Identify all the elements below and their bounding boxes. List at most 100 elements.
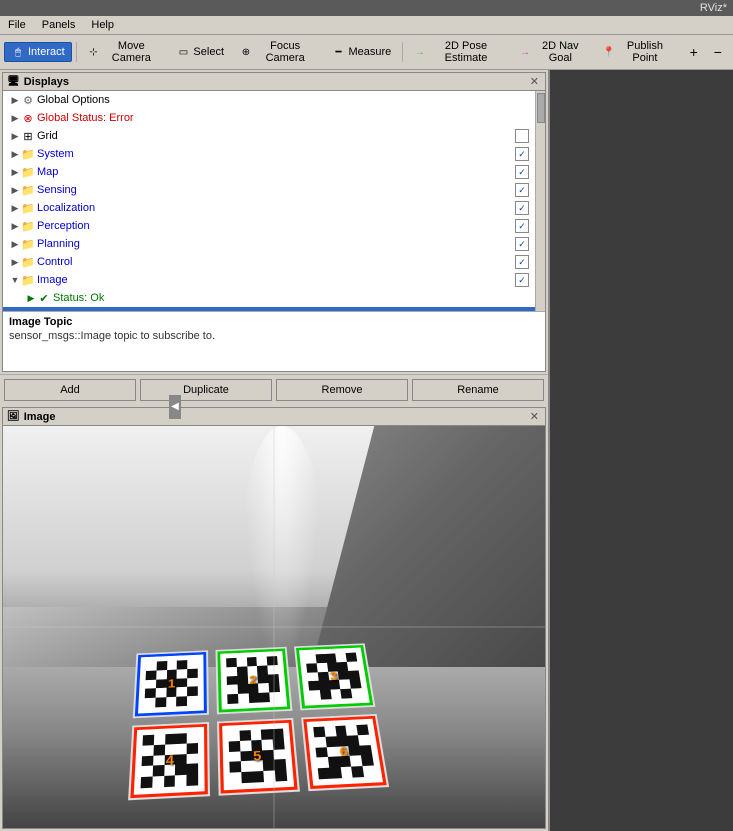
displays-tree-container: ▶ ⚙ Global Options ▶ ⊗ Global Status: Er… xyxy=(3,91,545,311)
displays-scrollbar-thumb[interactable] xyxy=(537,93,545,123)
tree-row-sensing[interactable]: ▶ 📁 Sensing xyxy=(3,181,535,199)
control-checkbox[interactable] xyxy=(515,255,529,269)
marker-5: 5 xyxy=(217,718,300,796)
measure-label: Measure xyxy=(348,46,391,58)
2d-nav-goal-button[interactable]: → 2D Nav Goal xyxy=(512,37,594,67)
interact-button[interactable]: 🖱 Interact xyxy=(4,42,72,62)
check-icon: ✔ xyxy=(37,291,51,305)
interact-label: Interact xyxy=(28,46,65,58)
focus-camera-button[interactable]: ⊕ Focus Camera xyxy=(233,37,322,67)
global-status-label: Global Status: Error xyxy=(37,112,533,124)
perception-label: Perception xyxy=(37,220,515,232)
folder-image-icon: 📁 xyxy=(21,273,35,287)
folder-map-icon: 📁 xyxy=(21,165,35,179)
2d-pose-label: 2D Pose Estimate xyxy=(429,40,503,64)
tree-arrow-global-status: ▶ xyxy=(9,113,21,124)
select-icon: ▭ xyxy=(176,45,190,59)
light-beam xyxy=(242,426,322,667)
tree-arrow-status-ok: ▶ xyxy=(25,293,37,304)
tree-row-image-topic[interactable]: Image Topic /tag_detections_image xyxy=(3,307,535,311)
localization-checkbox[interactable] xyxy=(515,201,529,215)
tree-arrow-perception: ▶ xyxy=(9,221,21,232)
image-panel-close-button[interactable]: ✕ xyxy=(528,410,541,423)
add-button[interactable]: Add xyxy=(4,379,136,401)
displays-tree[interactable]: ▶ ⚙ Global Options ▶ ⊗ Global Status: Er… xyxy=(3,91,535,311)
marker-2-number: 2 xyxy=(249,673,257,687)
folder-localization-icon: 📁 xyxy=(21,201,35,215)
tree-row-grid[interactable]: ▶ ⊞ Grid xyxy=(3,127,535,145)
tree-row-perception[interactable]: ▶ 📁 Perception xyxy=(3,217,535,235)
perception-checkbox[interactable] xyxy=(515,219,529,233)
grid-icon: ⊞ xyxy=(21,129,35,143)
error-icon: ⊗ xyxy=(21,111,35,125)
folder-sensing-icon: 📁 xyxy=(21,183,35,197)
move-camera-button[interactable]: ⊹ Move Camera xyxy=(81,37,168,67)
app-title: RViz* xyxy=(700,2,727,14)
2d-pose-estimate-button[interactable]: → 2D Pose Estimate xyxy=(407,37,510,67)
displays-close-button[interactable]: ✕ xyxy=(528,75,541,88)
select-button[interactable]: ▭ Select xyxy=(169,42,231,62)
tree-row-planning[interactable]: ▶ 📁 Planning xyxy=(3,235,535,253)
grid-label: Grid xyxy=(37,130,515,142)
markers-grid: 1 xyxy=(128,643,392,802)
camera-view: 1 xyxy=(3,426,545,828)
duplicate-button[interactable]: Duplicate xyxy=(140,379,272,401)
folder-perception-icon: 📁 xyxy=(21,219,35,233)
tree-row-system[interactable]: ▶ 📁 System xyxy=(3,145,535,163)
grid-checkbox[interactable] xyxy=(515,129,529,143)
toolbar-sep-1 xyxy=(76,42,77,62)
info-box: Image Topic sensor_msgs::Image topic to … xyxy=(3,311,545,371)
displays-header: 🖥 Displays ✕ xyxy=(3,73,545,91)
marker-5-number: 5 xyxy=(253,748,262,764)
toolbar-minus-button[interactable]: − xyxy=(707,41,729,63)
marker-1-number: 1 xyxy=(168,676,176,690)
marker-3-number: 3 xyxy=(329,669,338,683)
map-checkbox[interactable] xyxy=(515,165,529,179)
left-panel: 🖥 Displays ✕ ▶ ⚙ Global Options xyxy=(0,70,550,831)
tree-row-control[interactable]: ▶ 📁 Control xyxy=(3,253,535,271)
right-3d-panel xyxy=(550,70,733,831)
system-checkbox[interactable] xyxy=(515,147,529,161)
tree-row-global-status[interactable]: ▶ ⊗ Global Status: Error xyxy=(3,109,535,127)
focus-camera-icon: ⊕ xyxy=(240,45,252,59)
status-ok-label: Status: Ok xyxy=(53,292,533,304)
measure-icon: ━ xyxy=(331,45,345,59)
interact-icon: 🖱 xyxy=(11,45,25,59)
sensing-label: Sensing xyxy=(37,184,515,196)
tree-arrow-image: ▼ xyxy=(9,275,21,285)
menu-panels[interactable]: Panels xyxy=(38,18,80,32)
tree-row-map[interactable]: ▶ 📁 Map xyxy=(3,163,535,181)
tree-row-global-options[interactable]: ▶ ⚙ Global Options xyxy=(3,91,535,109)
image-panel-title: Image xyxy=(24,411,56,423)
displays-scrollbar[interactable] xyxy=(535,91,545,311)
buttons-row: Add Duplicate Remove Rename xyxy=(0,374,548,405)
menu-bar: File Panels Help xyxy=(0,16,733,35)
image-panel-header: 🖼 Image ✕ xyxy=(3,408,545,426)
displays-panel-icon: 🖥 xyxy=(7,76,20,87)
menu-file[interactable]: File xyxy=(4,18,30,32)
image-checkbox[interactable] xyxy=(515,273,529,287)
publish-point-icon: 📍 xyxy=(603,45,615,59)
tree-row-localization[interactable]: ▶ 📁 Localization xyxy=(3,199,535,217)
planning-label: Planning xyxy=(37,238,515,250)
sensing-checkbox[interactable] xyxy=(515,183,529,197)
publish-point-button[interactable]: 📍 Publish Point xyxy=(596,37,679,67)
image-panel: 🖼 Image ✕ xyxy=(2,407,546,829)
2d-nav-label: 2D Nav Goal xyxy=(534,40,587,64)
measure-button[interactable]: ━ Measure xyxy=(324,42,398,62)
image-header-left: 🖼 Image xyxy=(7,411,56,423)
image-label: Image xyxy=(37,274,515,286)
select-label: Select xyxy=(193,46,224,58)
tree-row-image[interactable]: ▼ 📁 Image xyxy=(3,271,535,289)
folder-control-icon: 📁 xyxy=(21,255,35,269)
marker-2: 2 xyxy=(216,647,293,714)
publish-point-label: Publish Point xyxy=(618,40,671,64)
right-panel-collapse-button[interactable]: ◀ xyxy=(169,395,181,419)
rename-button[interactable]: Rename xyxy=(412,379,544,401)
remove-button[interactable]: Remove xyxy=(276,379,408,401)
planning-checkbox[interactable] xyxy=(515,237,529,251)
toolbar-plus-button[interactable]: + xyxy=(683,41,705,63)
tree-row-status-ok[interactable]: ▶ ✔ Status: Ok xyxy=(3,289,535,307)
menu-help[interactable]: Help xyxy=(87,18,118,32)
control-label: Control xyxy=(37,256,515,268)
